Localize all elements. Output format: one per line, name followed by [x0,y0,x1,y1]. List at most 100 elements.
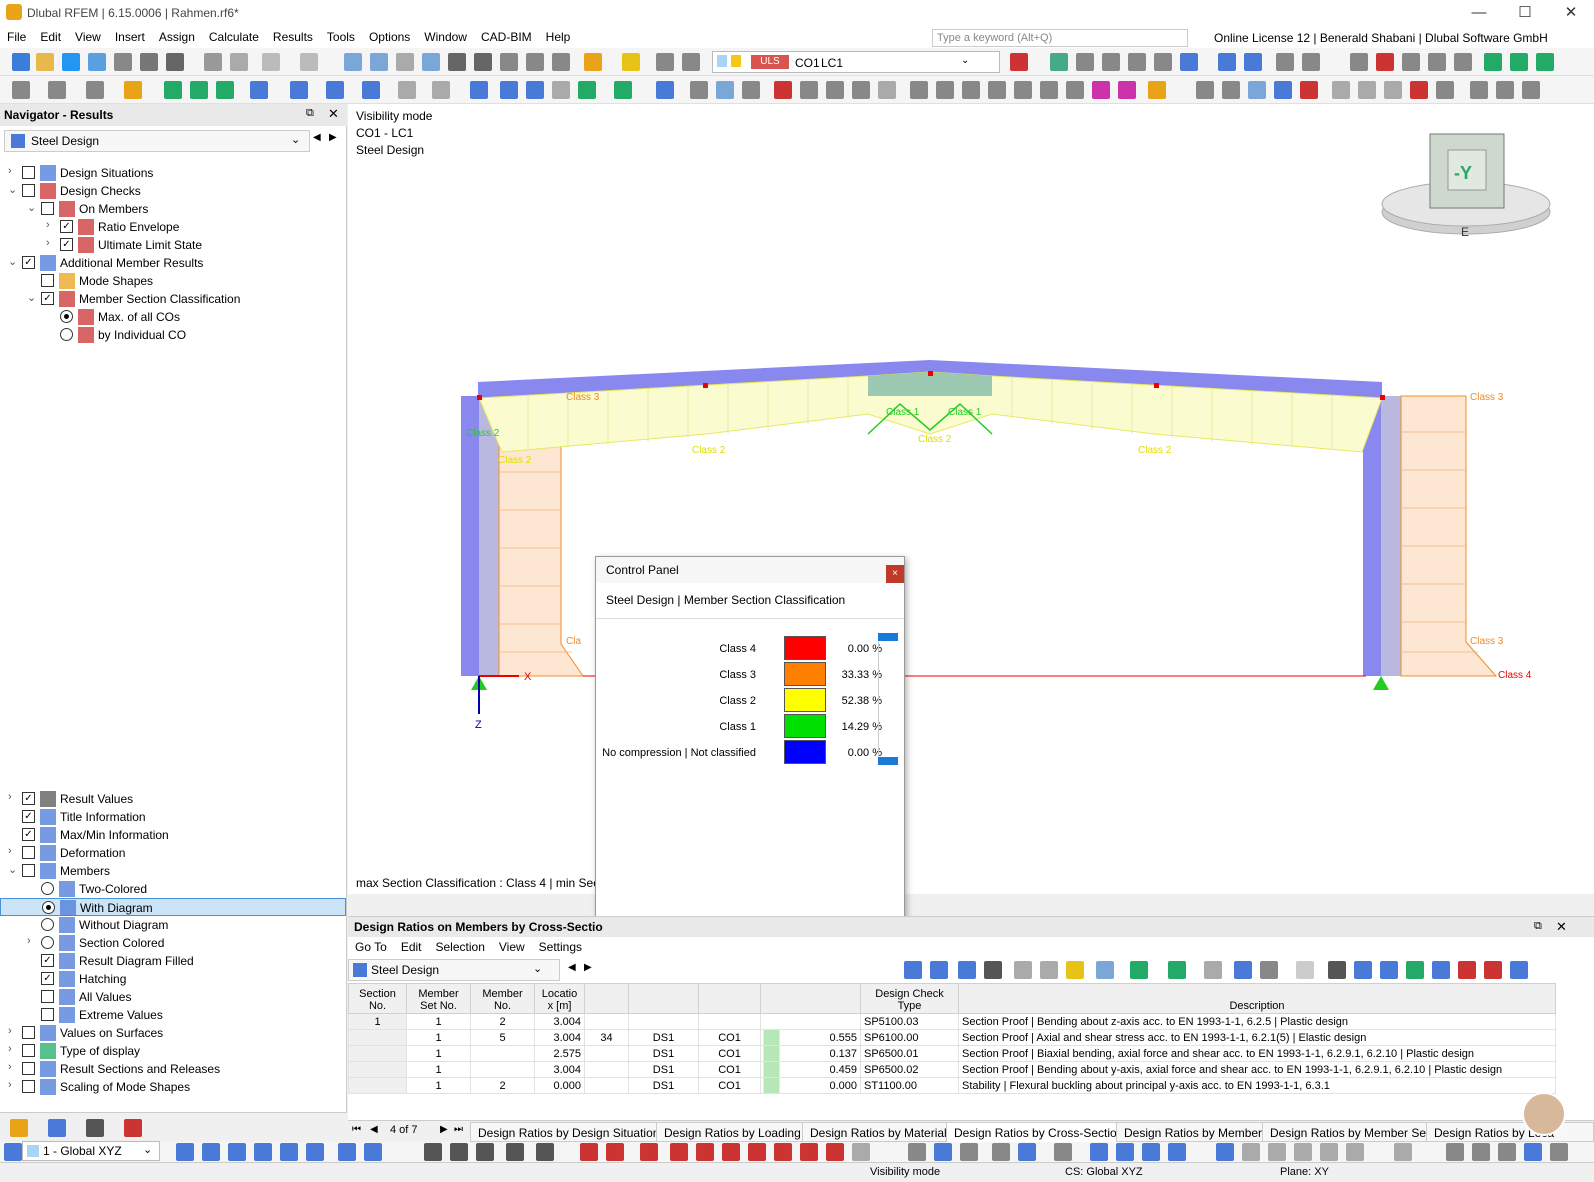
views-tab-icon[interactable] [86,1119,104,1137]
extreme-icon[interactable] [1380,961,1398,979]
axis-x-icon[interactable] [1484,53,1502,71]
arc3-icon[interactable] [696,1143,714,1161]
navigator-module-combo[interactable]: Steel Design ⌄ [4,130,310,152]
node-icon[interactable] [48,81,66,99]
layer2-icon[interactable] [1496,81,1514,99]
dim-icon[interactable] [690,81,708,99]
checkbox[interactable]: ✓ [22,256,35,269]
measure3-icon[interactable] [476,1143,494,1161]
filter2-icon[interactable] [1510,961,1528,979]
snap-d-icon[interactable] [1168,1143,1186,1161]
chevron-down-icon[interactable]: ⌄ [27,291,37,304]
tab-design-ratios[interactable]: Design Ratios by Design Situation [470,1122,668,1142]
member-set-icon[interactable] [470,81,488,99]
assistant-avatar[interactable] [1522,1092,1566,1136]
number-icon[interactable] [536,1143,554,1161]
deform4-icon[interactable] [852,81,870,99]
snap4-icon[interactable] [1274,81,1292,99]
checkbox[interactable] [41,1008,54,1021]
document-icon[interactable] [230,53,248,71]
chevron-right-icon[interactable]: › [8,791,18,803]
last-page-icon[interactable]: ⏭ [454,1124,463,1135]
coordinate-system-combo[interactable]: 1 - Global XYZ ⌄ [22,1141,160,1161]
table-row[interactable]: 1 3.004 DS1 CO1 0.459 SP6500.02 Section Proof … [348,1061,1556,1078]
checkbox[interactable]: ✓ [41,972,54,985]
menu-cad-bim[interactable]: CAD-BIM [474,26,539,44]
table-grid2-icon[interactable] [1472,1143,1490,1161]
snap-c-icon[interactable] [1142,1143,1160,1161]
snap-j-icon[interactable] [1346,1143,1364,1161]
chevron-down-icon[interactable]: ⌄ [8,183,18,196]
load2-icon[interactable] [614,81,632,99]
results-menu-selection[interactable]: Selection [429,937,492,957]
link2-icon[interactable] [1358,81,1376,99]
result-nav2-icon[interactable] [930,961,948,979]
next-arrow-icon[interactable]: ▶ [584,962,592,973]
measure2-icon[interactable] [450,1143,468,1161]
model-view[interactable]: Visibility mode CO1 - LC1 Steel Design m… [348,104,1594,894]
guide-icon[interactable] [432,81,450,99]
snap-k-icon[interactable] [1394,1143,1412,1161]
next-arrow-icon[interactable]: ▶ [329,132,337,143]
tree-item[interactable]: › Type of display [0,1042,346,1060]
checkbox[interactable] [41,274,54,287]
box-icon[interactable] [1428,53,1446,71]
chevron-right-icon[interactable]: › [8,165,18,177]
table-row[interactable]: 1 2.575 DS1 CO1 0.137 SP6500.01 Section Proof … [348,1045,1556,1062]
snap-g-icon[interactable] [1268,1143,1286,1161]
chart-icon[interactable] [1458,961,1476,979]
tree-item[interactable]: › ✓ Ratio Envelope [0,218,346,236]
table-toggle-icon[interactable] [370,53,388,71]
chevron-right-icon[interactable]: › [8,1025,18,1037]
checkbox[interactable] [22,864,35,877]
results-menu-goto[interactable]: Go To [348,937,394,957]
col-header-extra[interactable] [584,983,629,1014]
tree-item[interactable]: Two-Colored [0,880,346,898]
snap-e-icon[interactable] [1216,1143,1234,1161]
dim3-icon[interactable] [742,81,760,99]
radio-button[interactable] [41,936,54,949]
tree-item[interactable]: All Values [0,988,346,1006]
snap-line-icon[interactable] [228,1143,246,1161]
results-tab-icon[interactable] [124,1119,142,1137]
pointer-icon[interactable] [1296,961,1314,979]
arc-icon[interactable] [640,1143,658,1161]
sort-icon[interactable] [1484,961,1502,979]
snap-point-icon[interactable] [254,1143,272,1161]
tree-item[interactable]: ⌄ Design Checks [0,182,346,200]
checkbox[interactable]: ✓ [22,828,35,841]
table2-icon[interactable] [1040,961,1058,979]
draw-icon[interactable] [506,1143,524,1161]
chevron-right-icon[interactable]: › [8,845,18,857]
tree-item[interactable]: › Values on Surfaces [0,1024,346,1042]
checkbox[interactable]: ✓ [41,292,54,305]
table-view-icon[interactable] [1302,53,1320,71]
scale-icon[interactable] [988,81,1006,99]
tree-item[interactable]: ✓ Result Diagram Filled [0,952,346,970]
info-icon[interactable] [1432,961,1450,979]
arc2-icon[interactable] [670,1143,688,1161]
data-tab-icon[interactable] [10,1119,28,1137]
chevron-right-icon[interactable]: › [8,1043,18,1055]
angle-icon[interactable] [1054,1143,1072,1161]
menu-tools[interactable]: Tools [320,26,362,44]
result-icon[interactable] [1050,53,1068,71]
help-icon[interactable] [1328,961,1346,979]
maximize-button[interactable]: ☐ [1502,0,1548,26]
arc7-icon[interactable] [800,1143,818,1161]
values-display-icon[interactable] [1244,53,1262,71]
menu-insert[interactable]: Insert [108,26,152,44]
snap3-icon[interactable] [1248,81,1266,99]
tab-design-ratios[interactable]: Design Ratios by Member [1116,1122,1271,1142]
cross-icon[interactable] [1410,81,1428,99]
checkbox[interactable] [22,1044,35,1057]
list-icon[interactable] [1354,961,1372,979]
tree-item[interactable]: by Individual CO [0,326,346,344]
tree-item[interactable]: ✓ Max/Min Information [0,826,346,844]
checkbox[interactable] [41,990,54,1003]
slider-top-handle[interactable] [878,633,898,641]
magic-icon[interactable] [1092,81,1110,99]
grid-snap5-icon[interactable] [1018,1143,1036,1161]
display-tab-icon[interactable] [48,1119,66,1137]
prev-arrow-icon[interactable]: ◀ [313,132,321,143]
